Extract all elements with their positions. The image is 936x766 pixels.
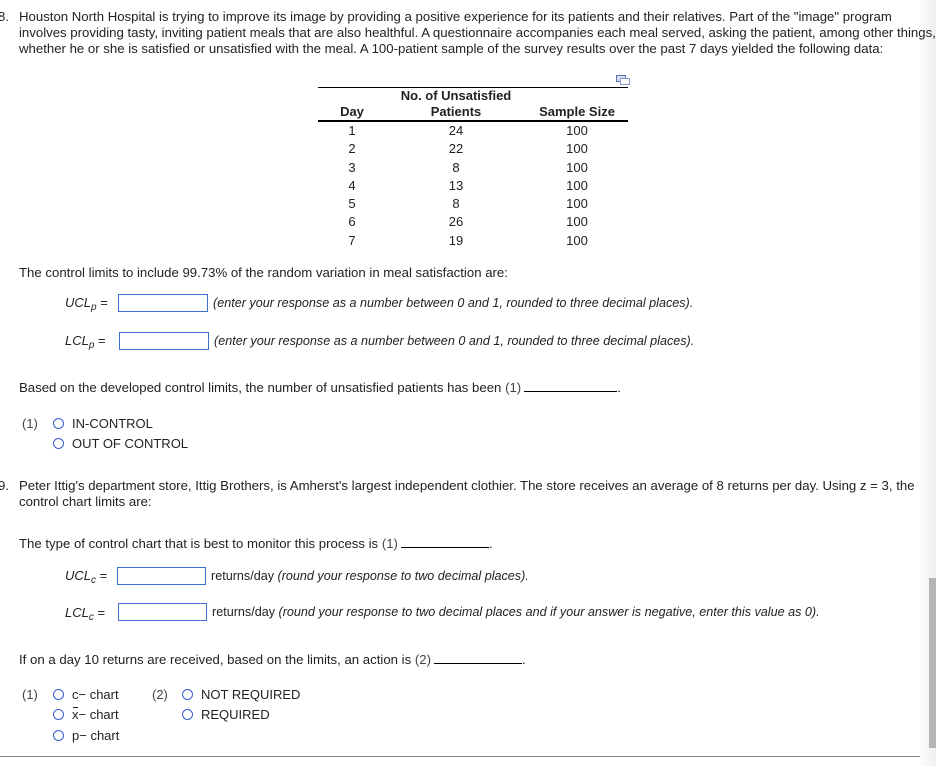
ucl-p-input[interactable]	[118, 294, 208, 312]
action-text: If on a day 10 returns are received, bas…	[19, 652, 526, 667]
radio-button[interactable]	[53, 438, 64, 449]
radio-in-control[interactable]: IN-CONTROL	[53, 416, 153, 431]
lcl-c-hint: returns/day (round your response to two …	[212, 605, 820, 619]
table-row: 2 22 100	[348, 141, 588, 157]
radio-required[interactable]: REQUIRED	[182, 707, 270, 722]
table-row: 5 8 100	[348, 196, 588, 212]
ucl-p-label: UCLp =	[65, 295, 108, 313]
blank-ref-1: (1)	[505, 380, 522, 395]
choice-group-1-label: (1)	[22, 687, 38, 702]
question-number: 8.	[0, 9, 9, 24]
radio-out-of-control[interactable]: OUT OF CONTROL	[53, 436, 188, 451]
radio-not-required[interactable]: NOT REQUIRED	[182, 687, 300, 702]
data-table: Day No. of Unsatisfied Patients Sample S…	[318, 87, 628, 250]
radio-button[interactable]	[53, 709, 64, 720]
ucl-p-hint: (enter your response as a number between…	[213, 296, 694, 310]
answer-blank-chart-type[interactable]	[400, 546, 489, 548]
question-text-line: Houston North Hospital is trying to impr…	[19, 9, 892, 24]
radio-c-chart[interactable]: c − chart	[53, 687, 119, 702]
lcl-p-label: LCLp =	[65, 333, 106, 351]
table-row: 3 8 100	[348, 159, 588, 175]
table-row: 7 19 100	[348, 232, 588, 248]
popout-window-icon[interactable]	[616, 75, 630, 85]
question-text-line: involves providing tasty, inviting patie…	[19, 25, 936, 40]
table-row: 6 26 100	[348, 214, 588, 230]
ucl-c-label: UCLc =	[65, 568, 108, 586]
ucl-c-input[interactable]	[117, 567, 206, 585]
lcl-p-hint: (enter your response as a number between…	[214, 334, 695, 348]
column-header-unsatisfied: No. of Unsatisfied Patients	[400, 88, 512, 119]
lcl-c-label: LCLc =	[65, 605, 106, 623]
choice-group-label: (1)	[22, 416, 38, 431]
conclusion-text: Based on the developed control limits, t…	[19, 380, 621, 395]
limits-intro: The control limits to include 99.73% of …	[19, 265, 508, 280]
question-9-text: 9. Peter Ittig's department store, Ittig…	[0, 478, 915, 509]
radio-button[interactable]	[182, 689, 193, 700]
question-text-line: whether he or she is satisfied or unsati…	[19, 41, 884, 56]
choice-group-2-label: (2)	[152, 687, 168, 702]
scrollbar-thumb[interactable]	[929, 578, 936, 748]
radio-button[interactable]	[53, 689, 64, 700]
answer-blank-1[interactable]	[524, 390, 618, 392]
radio-button[interactable]	[53, 418, 64, 429]
answer-blank-action[interactable]	[433, 662, 522, 664]
chart-type-text: The type of control chart that is best t…	[19, 536, 493, 551]
question-number: 9.	[0, 478, 9, 493]
question-8-text: 8. Houston North Hospital is trying to i…	[0, 9, 936, 57]
lcl-p-input[interactable]	[119, 332, 209, 350]
column-header-sample-size: Sample Size	[539, 104, 615, 119]
table-row: 1 24 100	[348, 123, 588, 138]
section-divider	[0, 756, 920, 757]
radio-p-chart[interactable]: p − chart	[53, 728, 119, 743]
radio-button[interactable]	[53, 730, 64, 741]
column-header-day: Day	[340, 104, 364, 119]
lcl-c-input[interactable]	[118, 603, 207, 621]
radio-button[interactable]	[182, 709, 193, 720]
table-row: 4 13 100	[348, 177, 588, 193]
ucl-c-hint: returns/day (round your response to two …	[211, 569, 529, 583]
radio-x-bar-chart[interactable]: x − chart	[53, 707, 119, 722]
